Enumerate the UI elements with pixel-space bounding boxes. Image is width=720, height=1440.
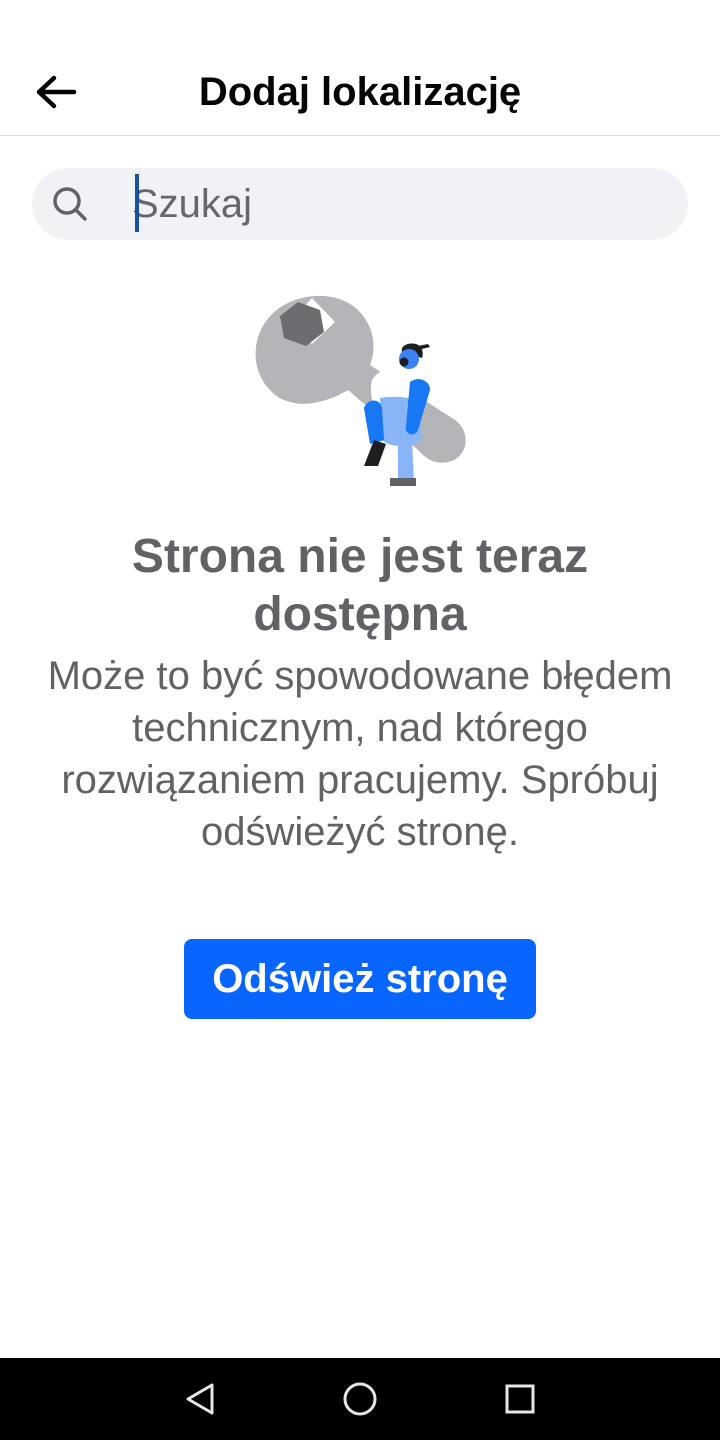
search-bar[interactable] bbox=[32, 168, 688, 240]
system-navigation-bar bbox=[0, 1358, 720, 1440]
wrench-worker-illustration bbox=[255, 295, 466, 486]
refresh-page-button[interactable]: Odśwież stronę bbox=[184, 939, 536, 1019]
system-recents-button[interactable] bbox=[496, 1375, 544, 1423]
triangle-back-icon bbox=[186, 1383, 214, 1415]
system-back-button[interactable] bbox=[176, 1375, 224, 1423]
circle-home-icon bbox=[343, 1382, 377, 1416]
error-description: Może to być spowodowane błędem techniczn… bbox=[47, 654, 673, 854]
search-icon bbox=[53, 187, 87, 221]
screen: Dodaj lokalizację Strona nie j bbox=[0, 0, 720, 1440]
search-input[interactable] bbox=[132, 174, 672, 234]
worker-figure bbox=[364, 343, 430, 486]
error-title: Strona nie jest teraz dostępna bbox=[131, 530, 589, 641]
top-app-bar: Dodaj lokalizację bbox=[0, 44, 720, 136]
page-title: Dodaj lokalizację bbox=[198, 70, 522, 114]
square-recents-icon bbox=[505, 1384, 535, 1414]
system-home-button[interactable] bbox=[336, 1375, 384, 1423]
text-caret bbox=[135, 174, 139, 232]
